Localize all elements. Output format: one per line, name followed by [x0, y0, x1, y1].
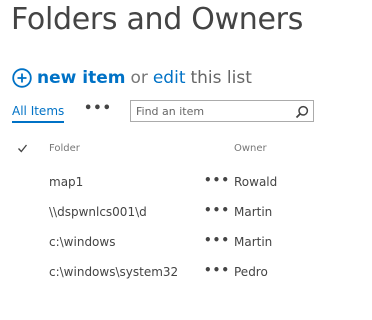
owner-cell: Pedro [234, 265, 268, 279]
item-menu-button[interactable]: ••• [204, 173, 230, 187]
checkmark-icon[interactable] [17, 143, 28, 154]
item-menu-button[interactable]: ••• [204, 263, 230, 277]
table-row[interactable]: c:\windows ••• Martin [0, 228, 372, 258]
folder-cell[interactable]: c:\windows\system32 [49, 265, 178, 279]
item-menu-button[interactable]: ••• [204, 203, 230, 217]
search-box [130, 100, 314, 122]
item-menu-button[interactable]: ••• [204, 233, 230, 247]
column-header-folder[interactable]: Folder [49, 143, 80, 154]
owner-cell: Martin [234, 205, 273, 219]
view-tab-all-items[interactable]: All Items [12, 104, 64, 118]
search-icon[interactable] [295, 104, 309, 119]
new-item-link[interactable]: new item [37, 68, 125, 88]
owner-cell: Rowald [234, 175, 278, 189]
owner-cell: Martin [234, 235, 273, 249]
list-actions: new item or edit this list [12, 67, 252, 89]
more-views-button[interactable]: ••• [84, 101, 112, 116]
table-row[interactable]: c:\windows\system32 ••• Pedro [0, 258, 372, 288]
plus-circle-icon[interactable] [12, 68, 32, 88]
edit-link[interactable]: edit [153, 68, 186, 88]
page-title: Folders and Owners [11, 2, 304, 37]
table-row[interactable]: \\dspwnlcs001\d ••• Martin [0, 198, 372, 228]
folder-cell[interactable]: \\dspwnlcs001\d [49, 205, 147, 219]
column-header-owner[interactable]: Owner [234, 143, 267, 154]
list-header: Folder Owner [0, 140, 372, 160]
folder-cell[interactable]: map1 [49, 175, 83, 189]
search-input[interactable] [131, 101, 291, 121]
folder-cell[interactable]: c:\windows [49, 235, 115, 249]
table-row[interactable]: map1 ••• Rowald [0, 168, 372, 198]
view-tab-underline [12, 121, 64, 123]
this-list-text: this list [190, 68, 252, 88]
or-text: or [130, 68, 148, 88]
